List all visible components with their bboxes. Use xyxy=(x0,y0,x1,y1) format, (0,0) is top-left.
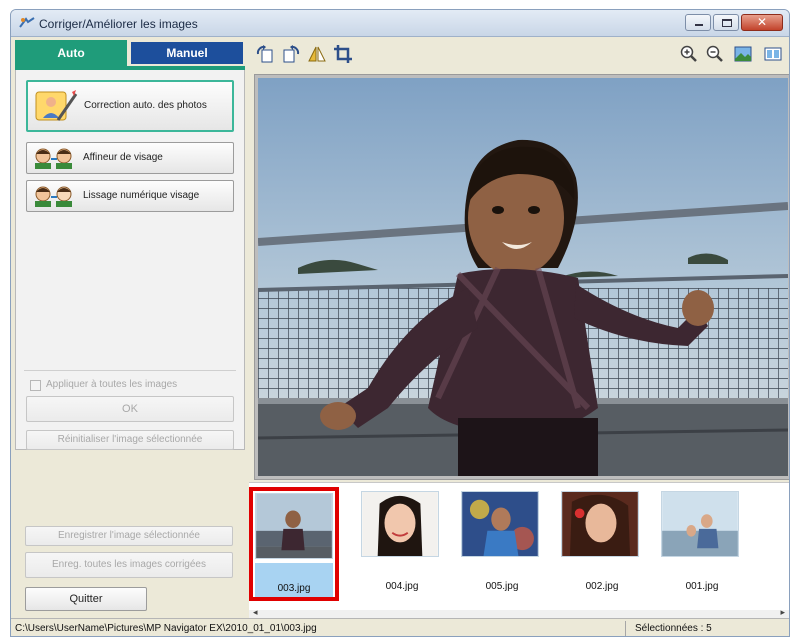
thumbnail-image xyxy=(361,491,439,557)
face-smoothing-label: Lissage numérique visage xyxy=(83,190,200,201)
thumbnail-caption: 004.jpg xyxy=(385,581,419,592)
thumbnail-caption: 002.jpg xyxy=(585,581,619,592)
reset-selected-image-button[interactable]: Réinitialiser l'image sélectionnée xyxy=(26,430,234,450)
save-selected-label: Enregistrer l'image sélectionnée xyxy=(58,530,200,541)
thumbnail-image xyxy=(661,491,739,557)
scroll-left-icon[interactable]: ◂ xyxy=(253,607,258,618)
thumbnail-item[interactable]: 005.jpg xyxy=(457,487,547,601)
apply-all-label: Appliquer à toutes les images xyxy=(46,379,178,390)
thumbnail-item[interactable]: 002.jpg xyxy=(557,487,647,601)
apply-all-row[interactable]: Appliquer à toutes les images xyxy=(30,379,230,393)
rotate-left-icon[interactable] xyxy=(255,44,275,64)
maximize-button[interactable] xyxy=(713,14,739,31)
compare-icon[interactable] xyxy=(763,44,783,64)
close-icon: ✕ xyxy=(756,15,768,29)
title-bar: Corriger/Améliorer les images ✕ xyxy=(11,10,789,37)
tab-manual[interactable]: Manuel xyxy=(131,42,243,64)
app-window: Corriger/Améliorer les images ✕ Auto Man… xyxy=(10,9,790,637)
close-button[interactable]: ✕ xyxy=(741,14,783,31)
window-title: Corriger/Améliorer les images xyxy=(39,17,198,31)
thumbnail-image xyxy=(461,491,539,557)
thumbnail-image xyxy=(255,493,333,559)
auto-options-panel: Correction auto. des photos Affineur de … xyxy=(15,70,245,450)
quit-label: Quitter xyxy=(69,593,103,605)
tab-auto[interactable]: Auto xyxy=(15,40,127,66)
face-sharpener-icon xyxy=(35,148,72,169)
thumbnail-item[interactable]: 001.jpg xyxy=(657,487,747,601)
ok-label: OK xyxy=(122,403,138,415)
save-all-label: Enreg. toutes les images corrigées xyxy=(52,559,206,570)
app-icon xyxy=(19,17,35,28)
left-panel: Auto Manuel Correction auto. des photos xyxy=(15,40,245,611)
face-smoothing-icon xyxy=(35,186,72,207)
minimize-button[interactable] xyxy=(685,14,711,31)
maximize-icon xyxy=(722,19,732,27)
full-image-icon[interactable] xyxy=(733,44,753,64)
thumbnail-scrollbar[interactable]: ◂ ▸ xyxy=(249,607,789,618)
crop-icon[interactable] xyxy=(333,44,353,64)
preview-photo xyxy=(258,78,788,476)
zoom-in-icon[interactable] xyxy=(679,44,699,64)
image-toolbar xyxy=(249,40,789,68)
status-separator xyxy=(625,621,626,636)
minimize-icon xyxy=(695,24,703,26)
status-file-path: C:\Users\UserName\Pictures\MP Navigator … xyxy=(15,623,317,634)
divider xyxy=(24,370,236,371)
thumbnail-caption: 003.jpg xyxy=(277,583,311,594)
face-sharpener-button[interactable]: Affineur de visage xyxy=(26,142,234,174)
quit-button[interactable]: Quitter xyxy=(25,587,147,611)
apply-all-checkbox[interactable] xyxy=(30,380,41,391)
status-bar: C:\Users\UserName\Pictures\MP Navigator … xyxy=(11,618,789,636)
thumbnail-caption: 005.jpg xyxy=(485,581,519,592)
flip-icon[interactable] xyxy=(307,44,327,64)
status-selected-count: Sélectionnées : 5 xyxy=(635,623,712,634)
image-preview[interactable] xyxy=(254,74,789,480)
auto-fix-icon xyxy=(35,90,78,121)
rotate-right-icon[interactable] xyxy=(281,44,301,64)
thumbnail-item[interactable]: 003.jpg xyxy=(249,487,339,601)
face-sharpener-label: Affineur de visage xyxy=(83,152,163,163)
save-all-corrected-button[interactable]: Enreg. toutes les images corrigées xyxy=(25,552,233,578)
digital-face-smoothing-button[interactable]: Lissage numérique visage xyxy=(26,180,234,212)
save-selected-image-button[interactable]: Enregistrer l'image sélectionnée xyxy=(25,526,233,546)
thumbnail-image xyxy=(561,491,639,557)
scroll-right-icon[interactable]: ▸ xyxy=(780,607,785,618)
auto-photo-fix-label: Correction auto. des photos xyxy=(84,100,207,111)
auto-photo-fix-button[interactable]: Correction auto. des photos xyxy=(26,80,234,132)
thumbnail-item[interactable]: 004.jpg xyxy=(357,487,447,601)
thumbnail-strip: 003.jpg 004.jpg 005.jpg 002.jpg 001.jpg xyxy=(249,482,789,610)
mode-tabs: Auto Manuel xyxy=(15,40,245,66)
zoom-out-icon[interactable] xyxy=(705,44,725,64)
ok-button[interactable]: OK xyxy=(26,396,234,422)
thumbnail-caption: 001.jpg xyxy=(685,581,719,592)
reset-label: Réinitialiser l'image sélectionnée xyxy=(57,434,203,445)
